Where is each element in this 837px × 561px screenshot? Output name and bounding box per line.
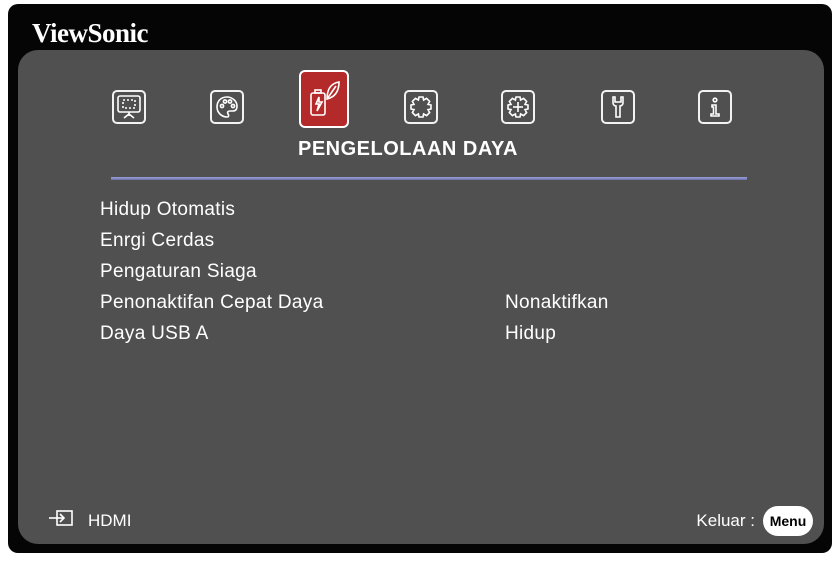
settings-gear-icon <box>408 94 434 120</box>
menu-item-quick-power-off[interactable]: Penonaktifan Cepat Daya <box>100 292 323 314</box>
tab-advanced-settings[interactable] <box>501 90 535 124</box>
advanced-gear-icon <box>505 94 531 120</box>
tab-information[interactable] <box>698 90 732 124</box>
menu-item-usb-a-power[interactable]: Daya USB A <box>100 323 209 345</box>
input-source-icon <box>48 510 74 531</box>
power-eco-icon <box>307 79 341 119</box>
tab-display[interactable] <box>112 90 146 124</box>
exit-label: Keluar : <box>696 511 755 530</box>
palette-icon <box>214 94 240 120</box>
tab-color[interactable] <box>210 90 244 124</box>
wrench-icon <box>605 94 631 120</box>
section-title: PENGELOLAAN DAYA <box>298 138 518 160</box>
menu-button[interactable]: Menu <box>763 506 813 536</box>
tab-basic-settings[interactable] <box>404 90 438 124</box>
menu-item-auto-power-on[interactable]: Hidup Otomatis <box>100 199 235 221</box>
input-source-indicator: HDMI <box>48 510 131 531</box>
info-icon <box>702 94 728 120</box>
quick-power-off-value[interactable]: Nonaktifkan <box>505 292 609 314</box>
usb-a-power-value[interactable]: Hidup <box>505 323 556 345</box>
tab-system[interactable] <box>601 90 635 124</box>
tab-power-management[interactable] <box>299 70 349 128</box>
menu-item-smart-energy[interactable]: Enrgi Cerdas <box>100 230 214 252</box>
display-icon <box>116 94 142 120</box>
menu-item-standby-settings[interactable]: Pengaturan Siaga <box>100 261 257 283</box>
source-label: HDMI <box>88 510 132 530</box>
brand-logo: ViewSonic <box>32 18 149 48</box>
title-divider <box>111 177 747 180</box>
exit-hint: Keluar : Menu <box>696 506 813 536</box>
